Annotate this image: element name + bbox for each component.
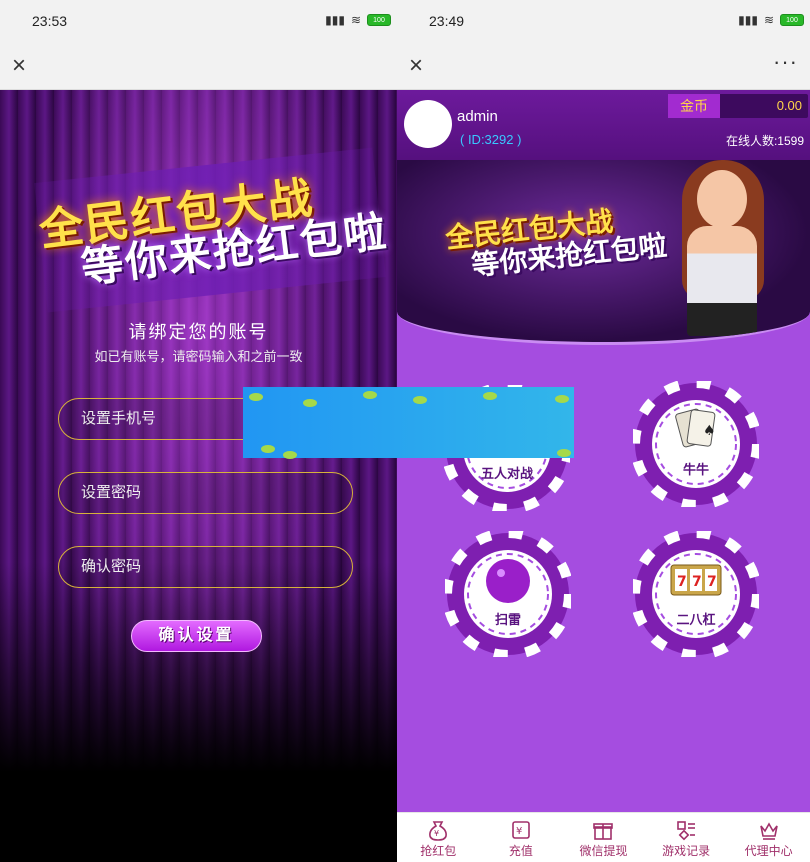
game-label: 扫雷 bbox=[494, 612, 521, 627]
svg-text:¥: ¥ bbox=[434, 829, 439, 838]
signal-icon: ▮▮▮ bbox=[325, 13, 345, 27]
user-id: ( ID:3292 ) bbox=[460, 132, 522, 147]
coin-balance: 金币 0.00 bbox=[668, 94, 808, 118]
game-label: 二八杠 bbox=[676, 612, 716, 627]
bind-heading: 请绑定您的账号 bbox=[128, 322, 269, 342]
game-label: 牛牛 bbox=[682, 462, 709, 477]
password-field[interactable]: 设置密码 bbox=[58, 472, 353, 514]
nav-bar: × ··· bbox=[397, 44, 810, 90]
status-bar: 23:53 ▮▮▮ ≋ 100 bbox=[0, 0, 397, 44]
nav-bar: × bbox=[0, 44, 397, 90]
gift-icon bbox=[593, 823, 614, 840]
close-icon[interactable]: × bbox=[12, 52, 26, 80]
playing-cards-icon: ♠ bbox=[630, 378, 762, 510]
status-icons: ▮▮▮ ≋ 100 bbox=[738, 13, 804, 27]
status-bar: 23:49 ▮▮▮ ≋ 100 bbox=[397, 0, 810, 44]
tab-label: 充值 bbox=[508, 844, 533, 858]
recharge-icon: ¥ bbox=[512, 821, 530, 839]
confirm-button[interactable]: 确认设置 bbox=[131, 620, 262, 652]
coin-value: 0.00 bbox=[776, 98, 802, 113]
slot-machine-icon: 7 7 7 bbox=[630, 528, 762, 660]
more-icon[interactable]: ··· bbox=[773, 49, 798, 75]
username: admin bbox=[457, 108, 498, 125]
wifi-icon: ≋ bbox=[763, 13, 774, 27]
svg-text:7: 7 bbox=[692, 574, 702, 590]
records-icon bbox=[677, 821, 696, 841]
svg-text:7: 7 bbox=[677, 574, 687, 590]
tab-label: 抢红包 bbox=[420, 844, 457, 858]
bind-subheading: 如已有账号，请密码输入和之前一致 bbox=[94, 349, 303, 364]
avatar[interactable] bbox=[404, 100, 452, 148]
status-time: 23:49 bbox=[429, 13, 465, 29]
coin-label: 金币 bbox=[668, 94, 720, 118]
game-niuniu[interactable]: ♠ 牛牛 bbox=[630, 378, 762, 510]
battery-icon: 100 bbox=[367, 14, 391, 26]
tab-label: 代理中心 bbox=[744, 844, 793, 858]
tab-label: 微信提现 bbox=[579, 844, 628, 858]
battery-icon: 100 bbox=[780, 14, 804, 26]
status-icons: ▮▮▮ ≋ 100 bbox=[325, 13, 391, 27]
status-time: 23:53 bbox=[32, 13, 68, 29]
svg-text:7: 7 bbox=[707, 574, 717, 590]
money-bag-icon: ¥ bbox=[429, 821, 448, 841]
hero-banner: 全民红包大战 等你来抢红包啦 bbox=[397, 160, 810, 345]
tab-wechat-withdraw[interactable]: 微信提现 bbox=[562, 813, 645, 862]
user-header: admin ( ID:3292 ) 金币 0.00 在线人数:1599 bbox=[397, 90, 810, 160]
tab-recharge[interactable]: ¥ 充值 bbox=[480, 813, 563, 862]
close-icon[interactable]: × bbox=[409, 52, 423, 80]
game-erbagang[interactable]: 7 7 7 二八杠 bbox=[630, 528, 762, 660]
tab-label: 游戏记录 bbox=[662, 844, 711, 858]
signal-icon: ▮▮▮ bbox=[738, 13, 758, 27]
bomb-ball-icon bbox=[442, 528, 574, 660]
tab-game-records[interactable]: 游戏记录 bbox=[645, 813, 728, 862]
ad-banner[interactable] bbox=[243, 387, 574, 459]
tab-grab-redpacket[interactable]: ¥ 抢红包 bbox=[397, 813, 480, 862]
crown-icon bbox=[759, 822, 778, 840]
online-count: 在线人数:1599 bbox=[725, 134, 804, 148]
game-saolei[interactable]: 扫雷 bbox=[442, 528, 574, 660]
svg-text:♠: ♠ bbox=[703, 423, 716, 439]
game-label: 五人对战 bbox=[480, 466, 533, 481]
wifi-icon: ≋ bbox=[350, 13, 361, 27]
svg-text:¥: ¥ bbox=[516, 826, 522, 837]
confirm-password-field[interactable]: 确认密码 bbox=[58, 546, 353, 588]
bottom-tab-bar: ¥ 抢红包 ¥ 充值 微信提现 游戏记录 代理中心 bbox=[397, 812, 810, 862]
tab-agent-center[interactable]: 代理中心 bbox=[727, 813, 810, 862]
